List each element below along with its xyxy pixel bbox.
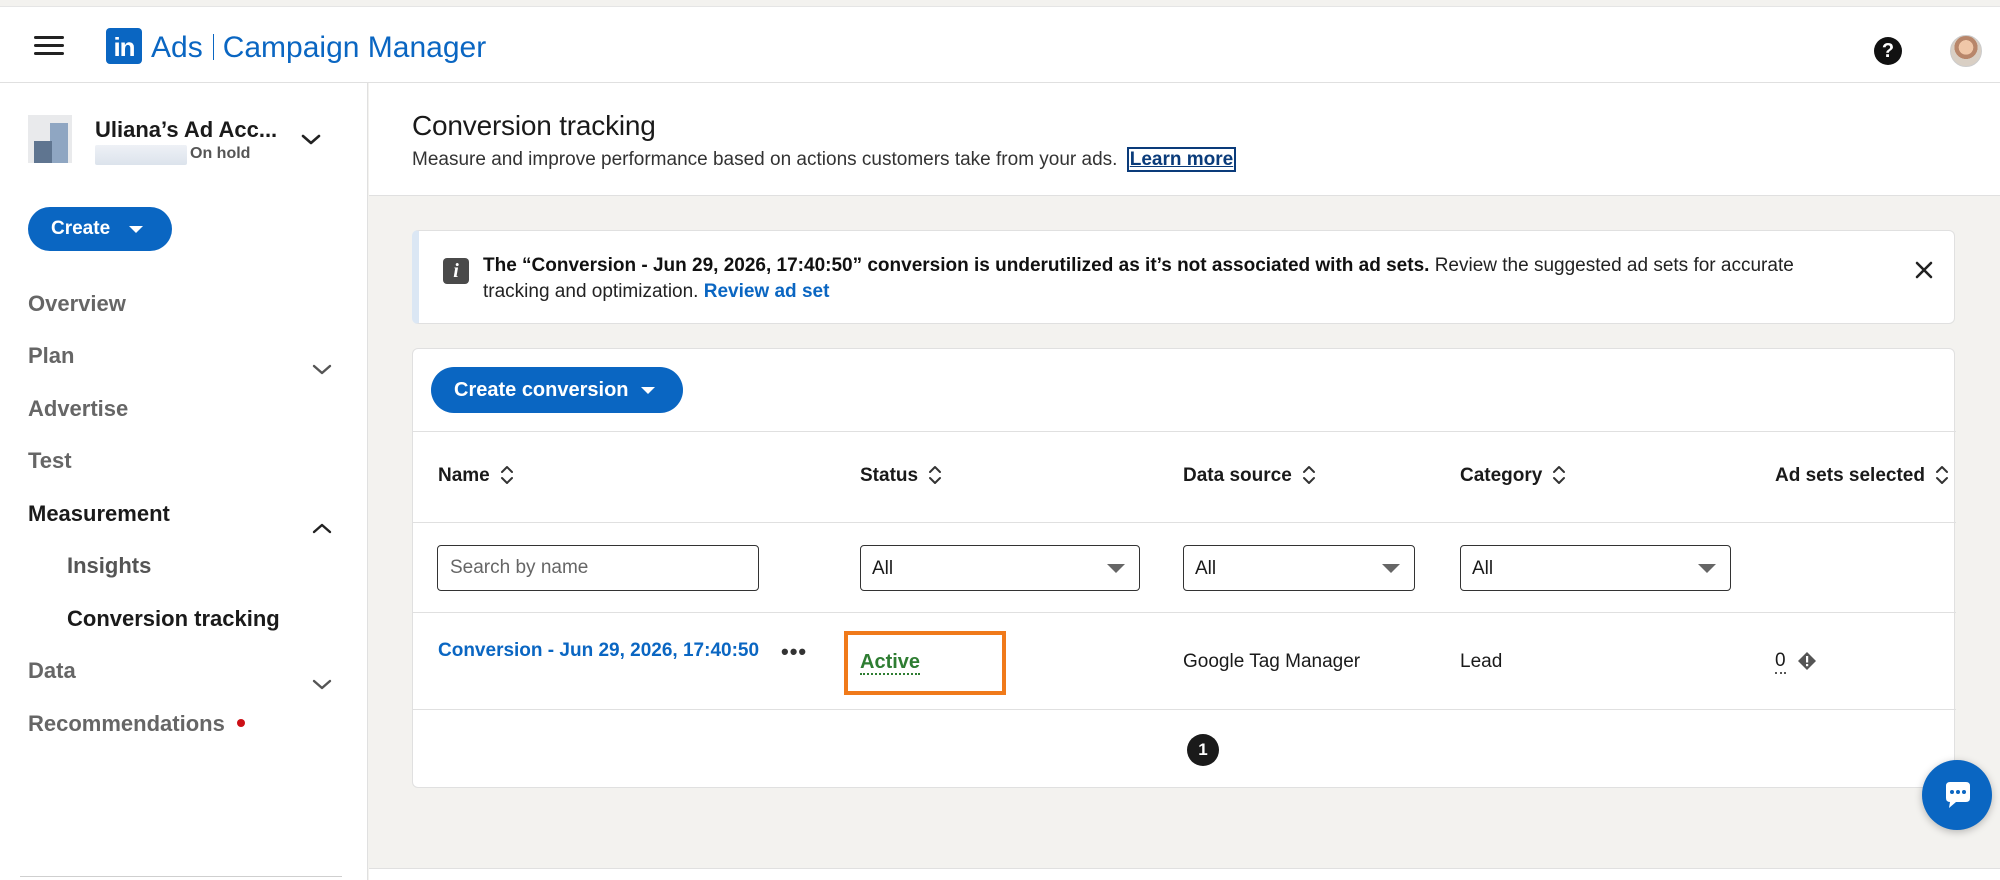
page-title: Conversion tracking [412, 110, 656, 141]
column-header-data-source[interactable]: Data source [1183, 464, 1316, 487]
caret-down-icon [129, 226, 143, 233]
chevron-down-icon[interactable] [311, 363, 333, 377]
status-badge[interactable]: Active [860, 651, 921, 675]
column-header-status[interactable]: Status [860, 464, 942, 487]
chat-bubble-icon [1946, 782, 1970, 808]
sort-icon[interactable] [1302, 464, 1316, 486]
sidebar-item-conversion-tracking[interactable]: Conversion tracking [67, 606, 280, 632]
column-header-ad-sets-selected-label: Ad sets selected [1775, 465, 1925, 486]
top-navbar: in Ads Campaign Manager ? [0, 6, 2000, 83]
conversion-name-link[interactable]: Conversion - Jun 29, 2026, 17:40:50 [438, 639, 760, 663]
status-filter-select[interactable]: All [860, 545, 1140, 591]
sort-icon[interactable] [928, 464, 942, 486]
hamburger-menu-icon[interactable] [34, 36, 64, 56]
chat-support-button[interactable] [1922, 760, 1992, 830]
divider [413, 431, 1956, 432]
page-description: Measure and improve performance based on… [412, 147, 1237, 172]
data-source-filter-select[interactable]: All [1183, 545, 1415, 591]
warning-icon[interactable] [1797, 651, 1817, 671]
column-header-status-label: Status [860, 465, 919, 486]
notification-dot [236, 719, 245, 727]
more-options-icon[interactable]: ••• [781, 641, 807, 663]
account-logo [28, 115, 72, 163]
close-icon[interactable] [1913, 259, 1935, 281]
category-filter-select[interactable]: All [1460, 545, 1731, 591]
sidebar-divider [20, 876, 342, 877]
conversions-table-card: Create conversion Name Status Data sourc… [412, 348, 1956, 788]
sidebar-item-overview[interactable]: Overview [28, 291, 126, 317]
column-header-category[interactable]: Category [1460, 464, 1566, 487]
account-name[interactable]: Uliana’s Ad Acc... [95, 117, 277, 143]
create-conversion-label: Create conversion [454, 378, 629, 401]
divider [413, 612, 1956, 613]
dropdown-arrow-icon [1698, 564, 1716, 573]
pagination-page-button[interactable]: 1 [1187, 734, 1219, 766]
divider [413, 709, 1956, 710]
sidebar: Uliana’s Ad Acc... On hold Create Overvi… [0, 83, 368, 880]
sort-icon[interactable] [1935, 464, 1949, 486]
help-icon[interactable]: ? [1874, 37, 1902, 65]
data-source-cell: Google Tag Manager [1183, 651, 1361, 672]
create-conversion-button[interactable]: Create conversion [431, 367, 683, 413]
sort-icon[interactable] [1552, 464, 1566, 486]
column-header-name[interactable]: Name [438, 464, 514, 487]
status-filter-value: All [872, 558, 894, 579]
search-by-name-input[interactable] [437, 545, 759, 591]
divider [413, 522, 1956, 523]
sidebar-item-measurement[interactable]: Measurement [28, 501, 170, 527]
brand-ads-label: Ads [151, 31, 203, 64]
banner-message: The “Conversion - Jun 29, 2026, 17:40:50… [483, 253, 1813, 305]
product-title[interactable]: Ads Campaign Manager [151, 31, 486, 65]
account-id-redacted [95, 145, 187, 165]
column-header-data-source-label: Data source [1183, 465, 1292, 486]
linkedin-logo-icon[interactable]: in [106, 28, 142, 64]
account-switcher-chevron-down-icon[interactable] [300, 128, 322, 150]
ad-sets-selected-count[interactable]: 0 [1775, 650, 1786, 674]
sidebar-item-recommendations[interactable]: Recommendations [28, 711, 245, 737]
chevron-down-icon[interactable] [311, 678, 333, 692]
create-button[interactable]: Create [28, 207, 172, 251]
underutilized-conversion-banner: i The “Conversion - Jun 29, 2026, 17:40:… [412, 230, 1955, 324]
learn-more-link[interactable]: Learn more [1126, 147, 1237, 172]
data-source-filter-value: All [1195, 558, 1217, 579]
sidebar-item-test[interactable]: Test [28, 448, 72, 474]
dropdown-arrow-icon [1382, 564, 1400, 573]
category-cell: Lead [1460, 651, 1503, 672]
category-filter-value: All [1472, 558, 1494, 579]
sidebar-item-data[interactable]: Data [28, 658, 76, 684]
column-header-ad-sets-selected[interactable]: Ad sets selected [1775, 464, 1953, 487]
column-header-name-label: Name [438, 465, 490, 486]
page-description-text: Measure and improve performance based on… [412, 149, 1118, 170]
sidebar-item-insights[interactable]: Insights [67, 553, 151, 579]
sidebar-item-recommendations-label: Recommendations [28, 711, 225, 736]
account-status: On hold [190, 145, 251, 162]
column-header-category-label: Category [1460, 465, 1543, 486]
brand-separator [212, 34, 214, 60]
caret-down-icon [641, 387, 655, 394]
brand-product-label: Campaign Manager [222, 31, 487, 64]
sort-icon[interactable] [500, 464, 514, 486]
review-ad-set-link[interactable]: Review ad set [704, 281, 830, 302]
sidebar-item-plan[interactable]: Plan [28, 343, 74, 369]
sidebar-item-advertise[interactable]: Advertise [28, 396, 128, 422]
page-header: Conversion tracking Measure and improve … [369, 83, 2000, 196]
info-icon: i [443, 258, 469, 284]
banner-bold-text: The “Conversion - Jun 29, 2026, 17:40:50… [483, 255, 1430, 276]
chevron-up-icon[interactable] [311, 521, 333, 535]
create-button-label: Create [51, 218, 111, 239]
footer-band [369, 868, 2000, 880]
user-avatar[interactable] [1950, 35, 1982, 67]
dropdown-arrow-icon [1107, 564, 1125, 573]
